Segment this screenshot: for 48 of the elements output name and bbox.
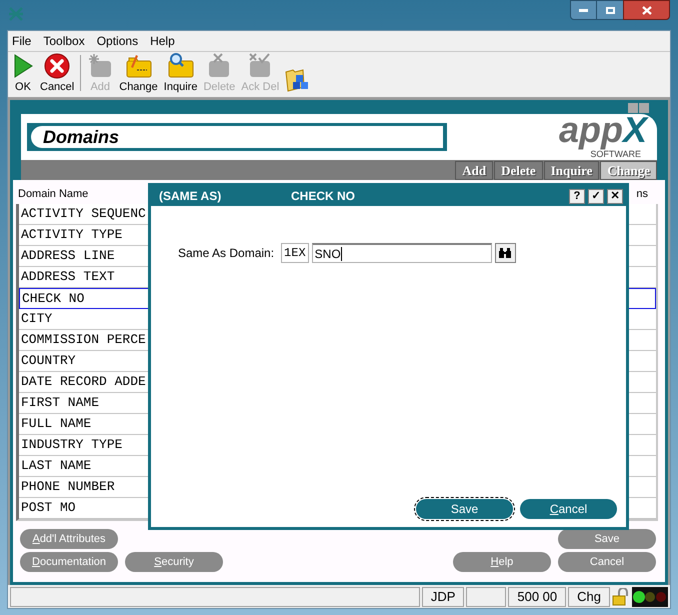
toolbar-button[interactable]: Inquire — [162, 53, 200, 93]
play-icon — [12, 53, 34, 79]
toolbar-button[interactable]: OK — [10, 53, 36, 93]
star-box-icon — [87, 53, 114, 79]
title-button[interactable]: ✕ — [607, 188, 623, 204]
action-button[interactable]: Security — [125, 552, 223, 572]
menu-item[interactable]: File — [12, 32, 32, 50]
dialog-title: CHECK NO — [291, 188, 356, 205]
field-label: Same As Domain: — [178, 245, 274, 262]
toolbar-button[interactable]: Cancel — [38, 53, 76, 93]
mode-tab[interactable]: Add — [455, 161, 494, 180]
dialog-button[interactable]: Save — [416, 499, 513, 519]
domain-input-field[interactable]: SNO — [312, 243, 492, 263]
dialog-tag: (SAME AS) — [159, 187, 291, 205]
mode-tab[interactable]: Delete — [494, 161, 543, 180]
cancel-icon — [44, 53, 70, 79]
action-button[interactable]: Save — [558, 529, 656, 549]
action-button[interactable]: Cancel — [558, 552, 656, 572]
action-button[interactable]: Add'l Attributes — [20, 529, 118, 549]
mode-tab[interactable]: Inquire — [544, 161, 600, 180]
menu-item[interactable]: Options — [96, 32, 138, 50]
action-button[interactable]: Documentation — [20, 552, 118, 572]
prefix-field: 1EX — [281, 243, 309, 263]
brand-logo: appX SOFTWARE — [558, 116, 647, 158]
column-header: Domain Name — [18, 186, 88, 202]
app-logo-icon — [8, 7, 24, 21]
menu-item[interactable]: Help — [150, 32, 175, 50]
traffic-lights-icon — [632, 586, 668, 606]
pencil-folder-icon — [124, 53, 153, 79]
title-button[interactable]: ✓ — [588, 188, 604, 204]
title-button[interactable]: ? — [569, 188, 585, 204]
action-button[interactable]: Help — [453, 552, 551, 572]
menu-item[interactable]: Toolbox — [43, 32, 85, 50]
status-cell: Chg — [568, 586, 610, 606]
status-cell: JDP — [422, 586, 464, 606]
status-cell — [466, 586, 506, 606]
binoculars-icon — [499, 248, 512, 258]
lookup-button[interactable] — [494, 243, 516, 263]
maximize-button[interactable] — [597, 0, 623, 20]
status-cell: 500 00 — [508, 586, 566, 606]
dialog-button[interactable]: Cancel — [520, 499, 617, 519]
close-button[interactable] — [623, 0, 670, 20]
padlock-icon — [612, 588, 630, 606]
toolbar-button[interactable]: Change — [117, 53, 160, 93]
column-header: ns — [636, 186, 648, 202]
minimize-button[interactable] — [570, 0, 597, 20]
magnifier-folder-icon — [166, 53, 195, 79]
screen-title: Domains — [31, 126, 443, 148]
